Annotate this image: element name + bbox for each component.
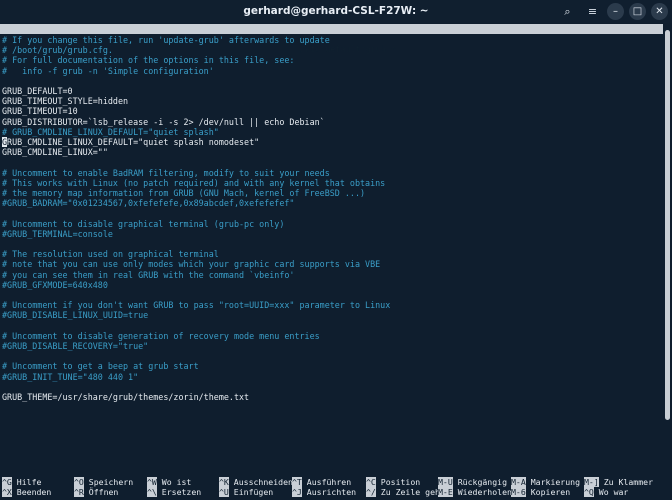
shortcut-label: Speichern xyxy=(83,477,134,487)
shortcut-key: ^T xyxy=(292,477,302,487)
shortcut-label: Wo ist xyxy=(156,477,192,487)
comment-line: # The resolution used on graphical termi… xyxy=(2,249,219,260)
comment-line: # note that you can use only modes which… xyxy=(2,259,381,270)
search-icon[interactable]: ⌕ xyxy=(559,3,576,20)
shortcut-key: M-E xyxy=(438,487,453,497)
comment-line: # /boot/grub/grub.cfg. xyxy=(2,45,113,56)
code-line: GRUB_CMDLINE_LINUX_DEFAULT="quiet splash… xyxy=(2,137,259,147)
comment-line: # Uncomment to disable graphical termina… xyxy=(2,218,285,229)
shortcut-key: ^C xyxy=(366,477,376,487)
comment-line: # If you change this file, run 'update-g… xyxy=(2,35,330,45)
comment-line: #GRUB_DISABLE_RECOVERY="true" xyxy=(2,341,149,351)
comment-line: # you can see them in real GRUB with the… xyxy=(2,269,295,280)
shortcut-item: M-] Zu Klammer xyxy=(584,477,653,487)
shortcut-key: M-U xyxy=(438,477,453,487)
text-editor-area[interactable]: # If you change this file, run 'update-g… xyxy=(0,23,663,500)
shortcut-label: Kopieren xyxy=(525,487,571,497)
shortcut-item: ^J Ausrichten xyxy=(292,487,356,497)
shortcut-item: M-A Markierung s xyxy=(511,477,590,487)
shortcut-item: ^R Öffnen xyxy=(74,487,118,497)
shortcut-label: Ausrichten xyxy=(301,487,357,497)
scrollbar-thumb[interactable] xyxy=(665,30,670,420)
shortcut-item: ^X Beenden xyxy=(2,487,51,497)
code-line: GRUB_TIMEOUT=10 xyxy=(2,106,78,117)
shortcut-item: ^W Wo ist xyxy=(147,477,191,487)
shortcut-label: Öffnen xyxy=(83,487,119,497)
shortcut-item: M-E Wiederholen xyxy=(438,487,512,497)
maximize-icon[interactable]: □ xyxy=(629,3,646,20)
comment-line: #GRUB_TERMINAL=console xyxy=(2,228,113,239)
comment-line: #GRUB_GFXMODE=640x480 xyxy=(2,279,108,290)
shortcut-key: ^G xyxy=(2,477,12,487)
shortcut-label: Ausschneiden xyxy=(228,477,293,487)
shortcut-key: ^J xyxy=(292,487,302,497)
shortcut-item: ^T Ausführen xyxy=(292,477,351,487)
comment-line: # Uncomment to disable generation of rec… xyxy=(2,330,320,341)
shortcut-label: Zu Klammer xyxy=(598,477,654,487)
shortcut-item: M-6 Kopieren xyxy=(511,487,570,497)
shortcut-key: ^/ xyxy=(366,487,376,497)
window-titlebar: gerhard@gerhard-CSL-F27W: ~ ⌕ ≡ – □ ✕ xyxy=(0,0,672,23)
comment-line: #GRUB_INIT_TUNE="480 440 1" xyxy=(2,371,139,382)
comment-line: # Uncomment to enable BadRAM filtering, … xyxy=(2,167,330,178)
code-line: GRUB_CMDLINE_LINUX="" xyxy=(2,147,108,158)
line-text-rest: RUB_CMDLINE_LINUX_DEFAULT="quiet splash … xyxy=(7,137,260,147)
shortcut-key: ^Q xyxy=(584,487,594,497)
comment-line: # Uncomment if you don't want GRUB to pa… xyxy=(2,300,391,311)
shortcut-key: ^O xyxy=(74,477,84,487)
comment-line: # info -f grub -n 'Simple configuration' xyxy=(2,65,214,76)
shortcut-label: Zu Zeile gehe xyxy=(375,487,445,497)
shortcut-label: Ausführen xyxy=(301,477,352,487)
shortcut-item: ^Q Wo war xyxy=(584,487,628,497)
shortcut-item: ^C Position xyxy=(366,477,420,487)
comment-line: # the memory map information from GRUB (… xyxy=(2,188,366,198)
shortcut-label: Wiederholen xyxy=(452,487,512,497)
shortcut-item: ^G Hilfe xyxy=(2,477,41,487)
comment-line: # GRUB_CMDLINE_LINUX_DEFAULT="quiet spla… xyxy=(2,126,219,137)
shortcut-item: ^\ Ersetzen xyxy=(147,487,201,497)
shortcut-key: ^X xyxy=(2,487,12,497)
comment-line: # For full documentation of the options … xyxy=(2,55,295,66)
shortcut-label: Ersetzen xyxy=(156,487,202,497)
close-icon[interactable]: ✕ xyxy=(651,3,668,20)
shortcut-key: M-] xyxy=(584,477,599,487)
shortcut-key: ^K xyxy=(219,477,229,487)
shortcut-label: Beenden xyxy=(11,487,52,497)
shortcut-item: ^K Ausschneiden xyxy=(219,477,293,487)
menu-icon[interactable]: ≡ xyxy=(584,3,601,20)
shortcut-key: ^U xyxy=(219,487,229,497)
shortcut-item: ^U Einfügen xyxy=(219,487,273,497)
code-line: GRUB_THEME=/usr/share/grub/themes/zorin/… xyxy=(2,392,250,402)
shortcut-item: ^/ Zu Zeile gehe xyxy=(366,487,445,497)
shortcut-label: Einfügen xyxy=(228,487,274,497)
code-line: GRUB_TIMEOUT_STYLE=hidden xyxy=(2,96,129,107)
shortcut-label: Rückgängig xyxy=(452,477,508,487)
code-line: GRUB_DEFAULT=0 xyxy=(2,86,73,96)
shortcut-label: Position xyxy=(375,477,421,487)
shortcut-key: M-A xyxy=(511,477,526,487)
comment-line: # This works with Linux (no patch requir… xyxy=(2,177,386,188)
comment-line: # Uncomment to get a beep at grub start xyxy=(2,361,199,372)
shortcut-item: ^O Speichern xyxy=(74,477,133,487)
shortcut-key: ^W xyxy=(147,477,157,487)
shortcut-label: Wo war xyxy=(593,487,629,497)
shortcut-key: ^R xyxy=(74,487,84,497)
shortcut-label: Markierung s xyxy=(525,477,590,487)
shortcut-item: M-U Rückgängig xyxy=(438,477,507,487)
comment-line: #GRUB_DISABLE_LINUX_UUID=true xyxy=(2,310,149,321)
shortcut-label: Hilfe xyxy=(11,477,42,487)
code-line: GRUB_DISTRIBUTOR=`lsb_release -i -s 2> /… xyxy=(2,116,325,127)
comment-line: #GRUB_BADRAM="0x01234567,0xfefefefe,0x89… xyxy=(2,198,295,209)
shortcut-key: ^\ xyxy=(147,487,157,497)
minimize-icon[interactable]: – xyxy=(607,3,624,20)
shortcut-key: M-6 xyxy=(511,487,526,497)
